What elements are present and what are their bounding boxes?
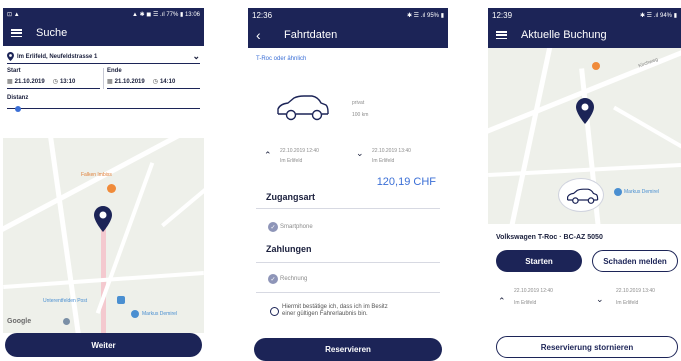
license-text-line-2: einer gültigen Fahrerlaubnis bin.: [282, 311, 368, 317]
price: 120,19 CHF: [376, 176, 436, 188]
app-bar: ‹ Fahrtdaten: [248, 22, 448, 48]
calendar-icon: ▦: [107, 79, 113, 85]
clock-icon: ◷: [52, 79, 58, 85]
location-value: Im Erlifeld, Neufeldstrasse 1: [17, 53, 98, 60]
end-place: Im Erlifeld: [616, 300, 639, 306]
map-marker-icon[interactable]: [94, 206, 112, 232]
car-model: T-Roc oder ähnlich: [256, 56, 307, 62]
end-date[interactable]: 21.10.2019: [115, 79, 145, 85]
post-office-icon[interactable]: [117, 296, 125, 304]
access-heading: Zugangsart: [266, 192, 316, 202]
map-label-post: Unterentfelden Post: [43, 298, 88, 304]
status-time: 12:39: [492, 10, 513, 20]
start-time[interactable]: 13:10: [60, 79, 75, 85]
reserve-button[interactable]: Reservieren: [254, 338, 442, 361]
chevron-down-icon: ⌄: [192, 51, 200, 61]
access-option[interactable]: ✓ Smartphone: [268, 222, 313, 232]
car-icon: [277, 95, 329, 121]
end-time[interactable]: 14:10: [160, 79, 175, 85]
status-bar: 12:39 ✱ ☰ .ıl 94% ▮: [488, 8, 681, 22]
car-type: privat: [352, 100, 365, 106]
chevron-up-icon[interactable]: ⌃: [264, 150, 272, 161]
shop-icon[interactable]: [131, 310, 139, 318]
report-damage-button[interactable]: Schaden melden: [592, 250, 678, 272]
place-icon: [63, 318, 70, 325]
shop-icon[interactable]: [614, 188, 622, 196]
start-button[interactable]: Starten: [496, 250, 582, 272]
back-arrow-icon[interactable]: ‹: [256, 28, 270, 42]
google-logo: Google: [7, 318, 32, 325]
check-icon: ✓: [268, 222, 278, 232]
chevron-up-icon[interactable]: ⌃: [498, 296, 506, 307]
car-icon: [567, 188, 599, 204]
end-datetime: 22.10.2019 13:40: [616, 288, 655, 294]
end-group: Ende ▦ 21.10.2019 ◷ 14:10: [107, 68, 200, 89]
search-screen: ⊡ ▲ ▲ ✱ ◼ ☰ .ıl 77% ▮ 13:06 Suche Im Erl…: [3, 8, 204, 361]
map-label-falken: Falken Imbiss: [81, 172, 112, 178]
start-group: Start ▦ 21.10.2019 ◷ 13:10: [7, 68, 100, 89]
map-view[interactable]: Falken Imbiss Unterentfelden Post Markus…: [3, 138, 204, 333]
map-label-markus: Markus Demirel: [142, 311, 178, 317]
map-view[interactable]: Kirchweg Markus Demirel: [488, 48, 681, 224]
status-time: 12:36: [252, 10, 273, 20]
status-right: ✱ ☰ .ıl 94% ▮: [639, 12, 677, 19]
end-place: Im Erlifeld: [372, 158, 395, 164]
status-right: ✱ ☰ .ıl 95% ▮: [406, 12, 444, 19]
calendar-icon: ▦: [7, 79, 13, 85]
start-label: Start: [7, 68, 21, 74]
car-distance: 100 km: [352, 112, 369, 118]
vehicle-badge: [558, 178, 604, 212]
app-bar: Aktuelle Buchung: [488, 22, 681, 48]
map-marker-icon[interactable]: [576, 98, 594, 124]
slider-handle[interactable]: [15, 106, 21, 112]
page-title: Aktuelle Buchung: [521, 29, 607, 41]
status-bar: 12:36 ✱ ☰ .ıl 95% ▮: [248, 8, 448, 22]
start-place: Im Erlifeld: [514, 300, 537, 306]
license-radio[interactable]: [270, 306, 279, 316]
location-pin-icon: [7, 52, 14, 61]
restaurant-icon[interactable]: [592, 62, 600, 70]
vehicle-name: Volkswagen T-Roc · BC-AZ 5050: [496, 234, 603, 241]
chevron-down-icon[interactable]: ⌄: [356, 148, 364, 159]
distance-slider[interactable]: [7, 106, 200, 112]
app-bar: Suche: [3, 20, 204, 46]
status-bar: ⊡ ▲ ▲ ✱ ◼ ☰ .ıl 77% ▮ 13:06: [3, 8, 204, 20]
page-title: Suche: [36, 27, 68, 39]
cancel-reservation-button[interactable]: Reservierung stornieren: [496, 336, 678, 358]
location-select[interactable]: Im Erlifeld, Neufeldstrasse 1 ⌄: [7, 50, 200, 64]
start-datetime: 22.10.2019 12:40: [280, 148, 319, 154]
current-booking-screen: 12:39 ✱ ☰ .ıl 94% ▮ Aktuelle Buchung Kir…: [488, 8, 681, 361]
start-place: Im Erlifeld: [280, 158, 303, 164]
status-left: ⊡ ▲: [7, 11, 20, 18]
menu-icon[interactable]: [496, 31, 507, 39]
continue-button[interactable]: Weiter: [5, 333, 202, 357]
clock-icon: ◷: [152, 79, 158, 85]
chevron-down-icon[interactable]: ⌄: [596, 294, 604, 305]
license-text-line-1: Hiermit bestätige ich, dass ich im Besit…: [282, 304, 388, 310]
check-icon: ✓: [268, 274, 278, 284]
end-label: Ende: [107, 68, 122, 74]
page-title: Fahrtdaten: [284, 29, 338, 41]
license-confirmation[interactable]: Hiermit bestätige ich, dass ich im Besit…: [270, 304, 388, 318]
distance-label: Distanz: [7, 95, 29, 101]
start-date[interactable]: 21.10.2019: [15, 79, 45, 85]
payment-option-label: Rechnung: [280, 276, 308, 282]
restaurant-icon[interactable]: [107, 184, 116, 193]
status-right: ▲ ✱ ◼ ☰ .ıl 77% ▮ 13:06: [132, 11, 200, 18]
payment-heading: Zahlungen: [266, 244, 312, 254]
map-label-markus: Markus Demirel: [624, 189, 660, 195]
menu-icon[interactable]: [11, 29, 22, 37]
trip-details-screen: 12:36 ✱ ☰ .ıl 95% ▮ ‹ Fahrtdaten T-Roc o…: [248, 8, 448, 361]
access-option-label: Smartphone: [280, 224, 313, 230]
start-datetime: 22.10.2019 12:40: [514, 288, 553, 294]
payment-option[interactable]: ✓ Rechnung: [268, 274, 307, 284]
end-datetime: 22.10.2019 13:40: [372, 148, 411, 154]
